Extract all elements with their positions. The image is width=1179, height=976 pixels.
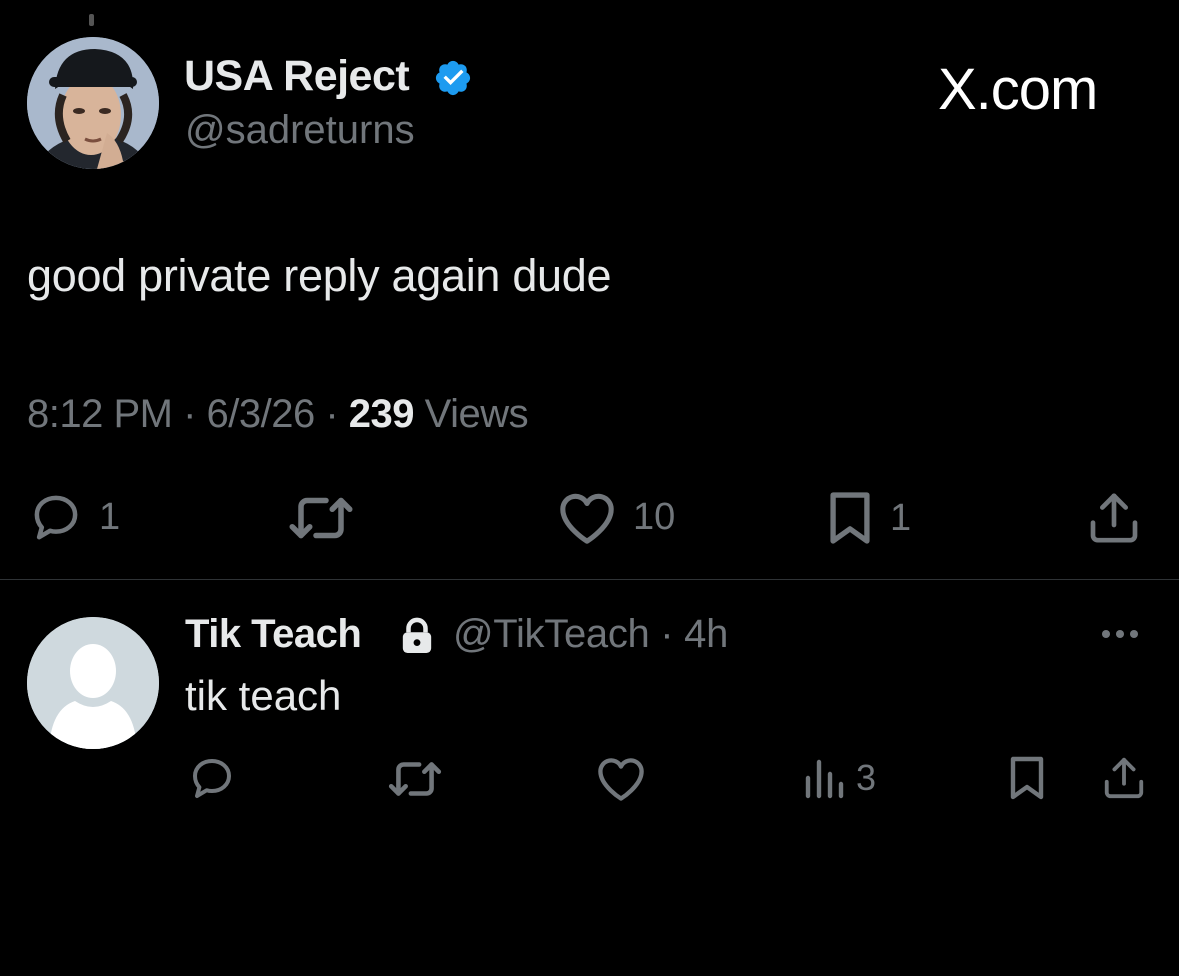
retweet-icon: [289, 497, 353, 539]
meta-separator: ·: [649, 612, 685, 656]
heart-icon: [560, 493, 614, 544]
reply-views-button[interactable]: 3: [802, 756, 876, 800]
avatar-photo-icon: [27, 37, 159, 169]
status-indicator: [89, 14, 94, 26]
views-count: 239: [348, 392, 415, 436]
reply-reply-button[interactable]: [185, 754, 239, 802]
reply-age[interactable]: 4h: [684, 612, 728, 656]
brand-watermark: X.com: [938, 57, 1098, 122]
tweet-time[interactable]: 8:12 PM: [27, 392, 173, 436]
tweet-date[interactable]: 6/3/26: [207, 392, 316, 436]
reply-author-avatar[interactable]: [27, 617, 159, 749]
share-icon: [1090, 493, 1138, 543]
meta-separator: ·: [172, 392, 207, 436]
views-chart-icon: [805, 759, 844, 799]
reply-views-count: 3: [856, 757, 877, 798]
share-icon: [1104, 757, 1144, 799]
retweet-button[interactable]: [286, 493, 370, 543]
reply-retweet-button[interactable]: [386, 758, 444, 800]
bookmark-icon: [830, 492, 870, 544]
verified-badge-icon: [435, 60, 471, 96]
author-display-name[interactable]: USA Reject: [184, 52, 410, 101]
bookmark-count: 1: [890, 496, 912, 539]
reply-bookmark-button[interactable]: [1006, 754, 1048, 802]
more-dot-icon: [1130, 630, 1138, 638]
reply-author-handle-line: @TikTeach · 4h: [453, 612, 728, 657]
reply-icon: [34, 495, 78, 540]
author-handle[interactable]: @sadreturns: [185, 108, 415, 153]
bookmark-icon: [1010, 756, 1044, 800]
divider: [0, 579, 1179, 580]
meta-separator: ·: [314, 392, 349, 436]
reply-count: 1: [99, 495, 121, 538]
reply-author-handle[interactable]: @TikTeach: [453, 612, 650, 656]
tweet-metadata: 8:12 PM · 6/3/26 · 239 Views: [27, 392, 529, 437]
like-count: 10: [633, 495, 676, 538]
reply-author-display-name[interactable]: Tik Teach: [185, 612, 362, 657]
author-avatar[interactable]: [27, 37, 159, 169]
reply-like-button[interactable]: [595, 754, 647, 802]
lock-icon: [402, 617, 432, 653]
heart-icon: [598, 758, 644, 801]
more-options-button[interactable]: [1102, 630, 1138, 638]
bookmark-button[interactable]: 1: [824, 489, 911, 547]
reply-share-button[interactable]: [1101, 754, 1147, 802]
views-label: Views: [424, 392, 529, 436]
tweet-text: good private reply again dude: [27, 250, 612, 301]
more-dot-icon: [1116, 630, 1124, 638]
like-button[interactable]: 10: [555, 489, 675, 545]
share-button[interactable]: [1086, 489, 1142, 547]
retweet-icon: [388, 762, 442, 796]
more-dot-icon: [1102, 630, 1110, 638]
default-profile-icon: [27, 617, 159, 749]
reply-text: tik teach: [185, 672, 342, 719]
reply-button[interactable]: 1: [27, 490, 120, 544]
reply-icon: [193, 759, 231, 798]
